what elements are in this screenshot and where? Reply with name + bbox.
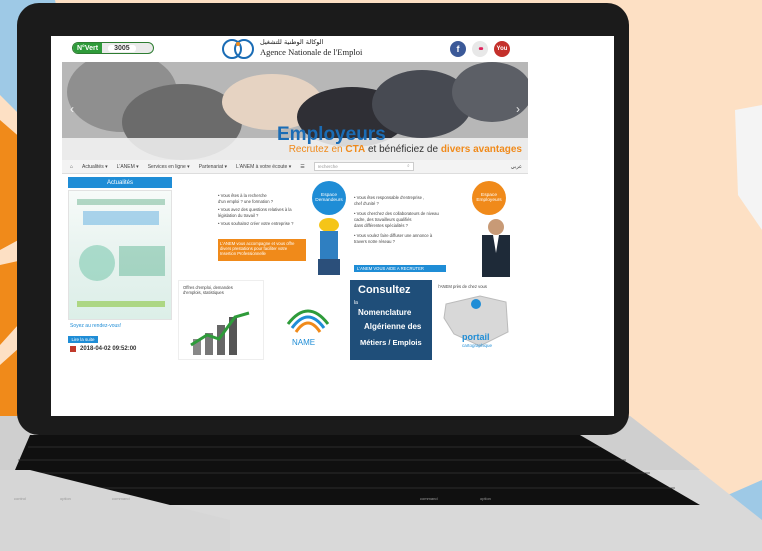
businessman-illustration xyxy=(482,219,510,277)
home-icon[interactable]: ⌂ xyxy=(70,164,73,170)
nav-item-ecoute[interactable]: L'ANEM à votre écoute ▾ xyxy=(236,164,291,170)
youtube-icon[interactable]: You xyxy=(494,41,510,57)
employeurs-line-1: • Vous êtes responsable d'entreprise , xyxy=(354,195,425,200)
consultez-line-3: Algérienne des xyxy=(364,322,422,331)
demandeurs-line-1: • Vous êtes à la recherche xyxy=(218,193,267,198)
offres-text: Offres d'emploi, demandes d'emplois, sta… xyxy=(183,285,233,296)
portail-label: portail xyxy=(462,332,490,342)
language-switch[interactable]: عربي xyxy=(511,164,522,170)
demandeurs-line-4: législation du travail ? xyxy=(218,213,259,218)
sitemap-icon[interactable]: ☰ xyxy=(300,164,304,170)
employeurs-line-7: travers notre réseau ? xyxy=(354,239,395,244)
employeurs-line-2: chef d'unité ? xyxy=(354,201,379,206)
key-command-label: command xyxy=(112,496,130,501)
calendar-icon xyxy=(70,346,76,352)
anem-logo-icon[interactable] xyxy=(222,38,256,60)
hero-title: Employeurs xyxy=(277,124,386,145)
hero-subtitle-part3: et xyxy=(365,144,380,155)
espace-employeurs-card[interactable]: • Vous êtes responsable d'entreprise , c… xyxy=(348,177,520,277)
main-nav: ⌂ Actualités ▾ L'ANEM ▾ Services en lign… xyxy=(62,160,528,174)
espace-demandeurs-card[interactable]: • Vous êtes à la recherche d'un emploi ?… xyxy=(178,177,348,277)
key-option-label: option xyxy=(60,496,71,501)
consultez-line-1: la xyxy=(354,300,358,306)
news-poster-graphic xyxy=(77,199,165,307)
hero-subtitle-cta: CTA xyxy=(345,144,366,155)
logo-arabic-text: الوكالة الوطنية للتشغيل xyxy=(260,38,324,46)
search-input[interactable]: recherche ⌕ xyxy=(313,162,414,171)
news-caption: Soyez au rendez-vous! xyxy=(70,323,122,329)
key-option-right-label: option xyxy=(480,496,491,501)
hero-subtitle: Recrutez en CTA et bénéficiez de divers … xyxy=(289,144,522,155)
employeurs-line-6: • Vous voulez faire diffuser une annonce… xyxy=(354,233,433,238)
search-placeholder: recherche xyxy=(317,164,338,169)
nav-item-anem[interactable]: L'ANEM ▾ xyxy=(117,164,139,170)
portail-cartographique-card[interactable]: l'ANEM près de chez vous portail cartogr… xyxy=(432,280,520,360)
hero-next-arrow-icon[interactable]: › xyxy=(516,102,520,116)
stats-chart-icon xyxy=(190,311,250,355)
espace-demandeurs-button[interactable]: Espace Demandeurs xyxy=(312,181,346,215)
worker-illustration xyxy=(318,218,340,275)
name-logo-icon xyxy=(286,309,330,333)
flickr-icon[interactable]: •• xyxy=(472,41,488,57)
sidebar-news-header: Actualités xyxy=(68,177,172,188)
consultez-line-4: Métiers / Emplois xyxy=(360,338,422,347)
consultez-line-2: Nomenclature xyxy=(358,308,412,317)
employeurs-cta-button[interactable]: L'ANEM VOUS AIDE A RECRUTER xyxy=(354,265,446,273)
employeurs-line-4: cadre, des travailleurs qualifiés xyxy=(354,217,412,222)
key-command-right-label: command xyxy=(420,496,438,501)
search-icon[interactable]: ⌕ xyxy=(407,163,410,168)
numero-vert-badge[interactable]: N°Vert 3005 xyxy=(72,42,154,54)
portail-sublabel: cartographique xyxy=(462,343,493,348)
logo-french-text: Agence Nationale de l'Emploi xyxy=(260,47,363,57)
offres-statistiques-card[interactable]: Offres d'emploi, demandes d'emplois, sta… xyxy=(178,280,264,360)
hero-banner[interactable]: ‹ › Employeurs Recrutez en CTA et bénéfi… xyxy=(62,62,528,160)
demandeurs-line-5: • Vous souhaitez créer votre entreprise … xyxy=(218,221,294,226)
employeurs-line-5: dans différentes spécialités ? xyxy=(354,223,408,228)
employeurs-line-3: • Vous cherchez des collaborateurs de ni… xyxy=(354,211,439,216)
demandeurs-line-2: d'un emploi ? une formation ? xyxy=(218,199,274,204)
espace-employeurs-button[interactable]: Espace Employeurs xyxy=(472,181,506,215)
demandeurs-line-3: • Vous avez des questions relatives à la xyxy=(218,207,292,212)
read-more-button[interactable]: Lire la suite xyxy=(68,336,98,343)
hero-subtitle-part5: divers avantages xyxy=(440,144,522,155)
facebook-icon[interactable]: f xyxy=(450,41,466,57)
key-control-label: control xyxy=(14,496,27,501)
nav-item-actualites[interactable]: Actualités ▾ xyxy=(82,164,108,170)
hero-subtitle-part4: bénéficiez de xyxy=(379,144,441,155)
numero-vert-label: N°Vert xyxy=(73,43,103,53)
nav-item-partenariat[interactable]: Partenariat ▾ xyxy=(199,164,227,170)
news-date: 2018-04-02 09:52:00 xyxy=(80,346,137,352)
nav-item-services[interactable]: Services en ligne ▾ xyxy=(148,164,190,170)
hero-subtitle-part1: Recrutez en xyxy=(288,144,346,155)
demandeurs-cta-text[interactable]: L'ANEM vous accompagne et vous offre div… xyxy=(218,239,306,261)
name-card[interactable]: NAME xyxy=(266,280,350,360)
hero-prev-arrow-icon[interactable]: ‹ xyxy=(70,102,74,116)
consultez-nomenclature-card[interactable]: Consultez la Nomenclature Algérienne des… xyxy=(350,280,432,360)
portail-caption: l'ANEM près de chez vous xyxy=(438,284,487,289)
news-poster-image[interactable] xyxy=(68,190,172,320)
consultez-title: Consultez xyxy=(358,284,411,296)
numero-vert-number: 3005 xyxy=(108,44,136,52)
name-label: NAME xyxy=(292,338,316,347)
